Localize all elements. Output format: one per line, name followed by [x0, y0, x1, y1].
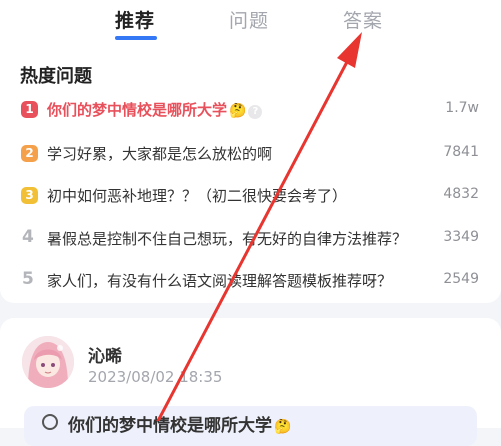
active-tab-indicator: [115, 36, 157, 40]
hot-question-text-4: 暑假总是控制不住自己想玩，有无好的自律方法推荐？: [47, 230, 408, 248]
rank-badge-2: 2: [21, 145, 38, 162]
hot-question-row-3[interactable]: 3 初中如何恶补地理？？（初二很快要会考了） 4832: [0, 184, 501, 208]
hot-question-row-4[interactable]: 4 暑假总是控制不住自己想玩，有无好的自律方法推荐？ 3349: [0, 227, 501, 251]
hot-question-row-1[interactable]: 1 你们的梦中情校是哪所大学 🤔? 1.7w: [0, 98, 501, 122]
hot-question-count-2: 7841: [443, 144, 479, 160]
hot-question-row-5[interactable]: 5 家人们，有没有什么语文阅读理解答题模板推荐呀？ 2549: [0, 269, 501, 293]
circle-icon: [42, 414, 58, 430]
tab-answers[interactable]: 答案: [343, 6, 383, 33]
hot-question-text-1: 你们的梦中情校是哪所大学 🤔?: [47, 99, 263, 120]
hot-question-count-3: 4832: [443, 186, 479, 202]
hot-questions-card: 推荐 问题 答案 热度问题 1 你们的梦中情校是哪所大学 🤔? 1.7w 2 学习…: [0, 0, 501, 303]
hot-question-count-5: 2549: [443, 271, 479, 287]
tab-bar: 推荐 问题 答案: [0, 6, 501, 46]
rank-number-4: 4: [22, 227, 34, 247]
thinking-emoji-icon: 🤔: [274, 419, 292, 435]
thinking-emoji-icon: 🤔: [229, 103, 247, 119]
tab-questions[interactable]: 问题: [229, 6, 269, 33]
answer-post-card[interactable]: 沁晞 2023/08/02 18:35 你们的梦中情校是哪所大学 🤔: [0, 318, 501, 446]
post-timestamp: 2023/08/02 18:35: [88, 368, 223, 386]
hot-question-count-4: 3349: [443, 229, 479, 245]
question-mark-icon: ?: [248, 105, 263, 119]
hot-question-text-2: 学习好累，大家都是怎么放松的啊: [47, 145, 273, 163]
hot-question-text-5: 家人们，有没有什么语文阅读理解答题模板推荐呀？: [47, 272, 393, 290]
tab-recommend[interactable]: 推荐: [115, 6, 155, 33]
hot-question-row-2[interactable]: 2 学习好累，大家都是怎么放松的啊 7841: [0, 142, 501, 166]
author-name[interactable]: 沁晞: [88, 342, 122, 367]
rank-badge-1: 1: [21, 101, 38, 118]
rank-badge-3: 3: [21, 187, 38, 204]
hot-question-count-1: 1.7w: [445, 100, 479, 116]
hot-question-text-3: 初中如何恶补地理？？（初二很快要会考了）: [47, 187, 348, 205]
quoted-question-text: 你们的梦中情校是哪所大学 🤔: [68, 416, 292, 436]
avatar[interactable]: [22, 336, 74, 388]
quoted-question[interactable]: 你们的梦中情校是哪所大学 🤔: [24, 406, 477, 446]
rank-number-5: 5: [22, 269, 34, 289]
hot-questions-title: 热度问题: [20, 66, 92, 87]
